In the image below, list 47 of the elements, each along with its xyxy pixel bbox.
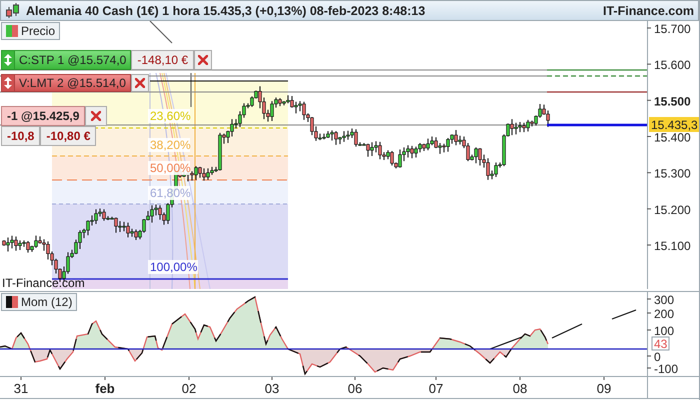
- order-label[interactable]: V:LMT 2 @15.514,0: [15, 74, 131, 92]
- time-axis-label: feb: [95, 381, 115, 396]
- indicator-axis-label: 100: [654, 324, 674, 338]
- fibonacci-level-label: 38,20%: [148, 138, 191, 152]
- indicator-value-label: 43: [652, 336, 670, 351]
- price-axis-label: 15.700: [654, 22, 691, 36]
- close-icon[interactable]: [91, 111, 102, 121]
- time-axis-label: 03: [264, 381, 280, 396]
- time-axis-label: 02: [182, 381, 196, 396]
- diagonal-line: [150, 21, 172, 44]
- fibonacci-level-label: 50,00%: [148, 161, 191, 175]
- close-icon[interactable]: [134, 78, 145, 88]
- legend-swatch-icon: [6, 296, 18, 308]
- order-profit: -148,10 €: [131, 50, 194, 70]
- time-axis-label: 06: [348, 381, 362, 396]
- position-points: -10,8: [1, 126, 40, 146]
- time-axis-label: 07: [428, 381, 444, 396]
- order-label[interactable]: C:STP 1 @15.574,0: [15, 50, 132, 70]
- candlestick-icon: [5, 2, 21, 18]
- price-axis-label: 15.100: [654, 239, 691, 254]
- position-label[interactable]: -1 @15.425,9: [1, 106, 86, 126]
- fibonacci-level-label: 100,00%: [148, 260, 198, 274]
- fibonacci-level-label: 23,60%: [148, 109, 191, 123]
- window-title: Alemania 40 Cash (1€) 1 hora 15.435,3 (+0,13%) 08-feb-2023 8:48:13: [26, 4, 426, 18]
- fibonacci-level-label: 61,80%: [148, 186, 191, 200]
- time-axis-label: 31: [14, 381, 28, 396]
- close-icon[interactable]: [198, 55, 208, 65]
- watermark-label: IT-Finance.com: [2, 276, 85, 289]
- price-axis-label: 15.500: [654, 94, 691, 108]
- brand-label: IT-Finance.com: [603, 4, 694, 18]
- time-axis-label: 09: [596, 381, 612, 396]
- price-axis-label: 15.600: [654, 58, 691, 72]
- last-price-label: 15.435,3: [649, 117, 699, 132]
- indicator-axis-label: 200: [654, 307, 674, 321]
- price-axis-label: 15.200: [654, 202, 691, 217]
- up-down-arrow-icon[interactable]: [3, 76, 13, 90]
- price-axis-label: 15.300: [654, 166, 691, 181]
- price-axis-label: 15.400: [654, 130, 691, 144]
- position-profit: -10,80 €: [40, 126, 96, 146]
- time-axis-label: 08: [512, 381, 528, 396]
- up-down-arrow-icon[interactable]: [3, 53, 13, 67]
- indicator-axis-label: 0: [654, 350, 661, 364]
- legend-swatch-icon: [6, 25, 18, 37]
- indicator-axis-label: 300: [654, 293, 674, 307]
- indicator-legend: Mom (12): [1, 293, 78, 311]
- indicator-axis-label: -100: [654, 362, 678, 376]
- price-legend: Precio: [1, 22, 60, 40]
